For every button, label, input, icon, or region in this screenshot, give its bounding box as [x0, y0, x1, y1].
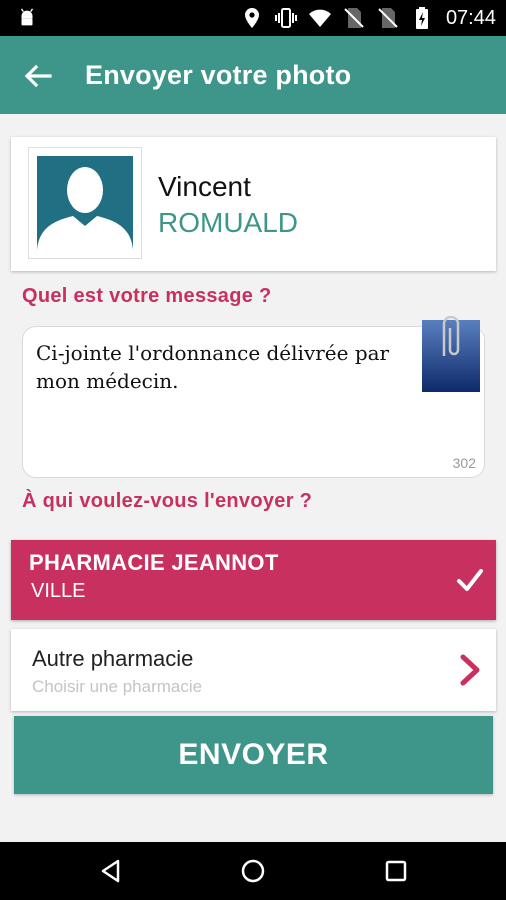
- back-triangle-icon[interactable]: [97, 857, 125, 885]
- selected-pharmacy-item[interactable]: PHARMACIE JEANNOT VILLE: [11, 540, 496, 620]
- recents-square-icon[interactable]: [382, 857, 410, 885]
- profile-first-name: Vincent: [158, 171, 251, 202]
- status-clock: 07:44: [445, 6, 496, 29]
- nav-bar: [0, 842, 506, 900]
- profile-last-name: ROMUALD: [158, 207, 299, 238]
- person-silhouette-icon: [37, 167, 133, 250]
- battery-charging-icon: [415, 7, 428, 29]
- other-pharmacy-title: Autre pharmacie: [32, 646, 194, 671]
- checkmark-icon: [457, 569, 483, 591]
- send-button-label: ENVOYER: [178, 738, 329, 771]
- android-debug-icon: [20, 8, 34, 26]
- message-input[interactable]: Ci-jointe l'ordonnance délivrée par mon …: [22, 326, 485, 478]
- char-count: 302: [452, 455, 476, 471]
- status-bar: 07:44: [0, 0, 506, 36]
- send-button[interactable]: ENVOYER: [14, 716, 493, 794]
- no-sim-icon: [378, 8, 398, 28]
- location-icon: [244, 8, 259, 28]
- home-circle-icon[interactable]: [239, 857, 267, 885]
- message-text[interactable]: Ci-jointe l'ordonnance délivrée par mon …: [36, 339, 416, 395]
- selected-pharmacy-name: PHARMACIE JEANNOT: [29, 550, 279, 575]
- page-title: Envoyer votre photo: [85, 60, 352, 90]
- attached-photo-icon[interactable]: [422, 316, 480, 392]
- other-pharmacy-subtitle: Choisir une pharmacie: [32, 677, 203, 696]
- wifi-icon: [308, 9, 331, 27]
- avatar-frame: [37, 156, 133, 250]
- other-pharmacy-item[interactable]: Autre pharmacie Choisir une pharmacie: [11, 629, 496, 711]
- selected-pharmacy-city: VILLE: [31, 580, 86, 602]
- no-sim-icon: [344, 8, 364, 28]
- vibrate-icon: [274, 8, 297, 28]
- recipient-label: À qui voulez-vous l'envoyer ?: [22, 490, 313, 512]
- chevron-right-icon: [460, 654, 480, 686]
- profile-card: Vincent ROMUALD: [11, 137, 496, 271]
- avatar: [28, 147, 142, 259]
- app-bar: Envoyer votre photo: [0, 36, 506, 114]
- message-label: Quel est votre message ?: [22, 285, 272, 307]
- arrow-left-icon[interactable]: [22, 60, 54, 92]
